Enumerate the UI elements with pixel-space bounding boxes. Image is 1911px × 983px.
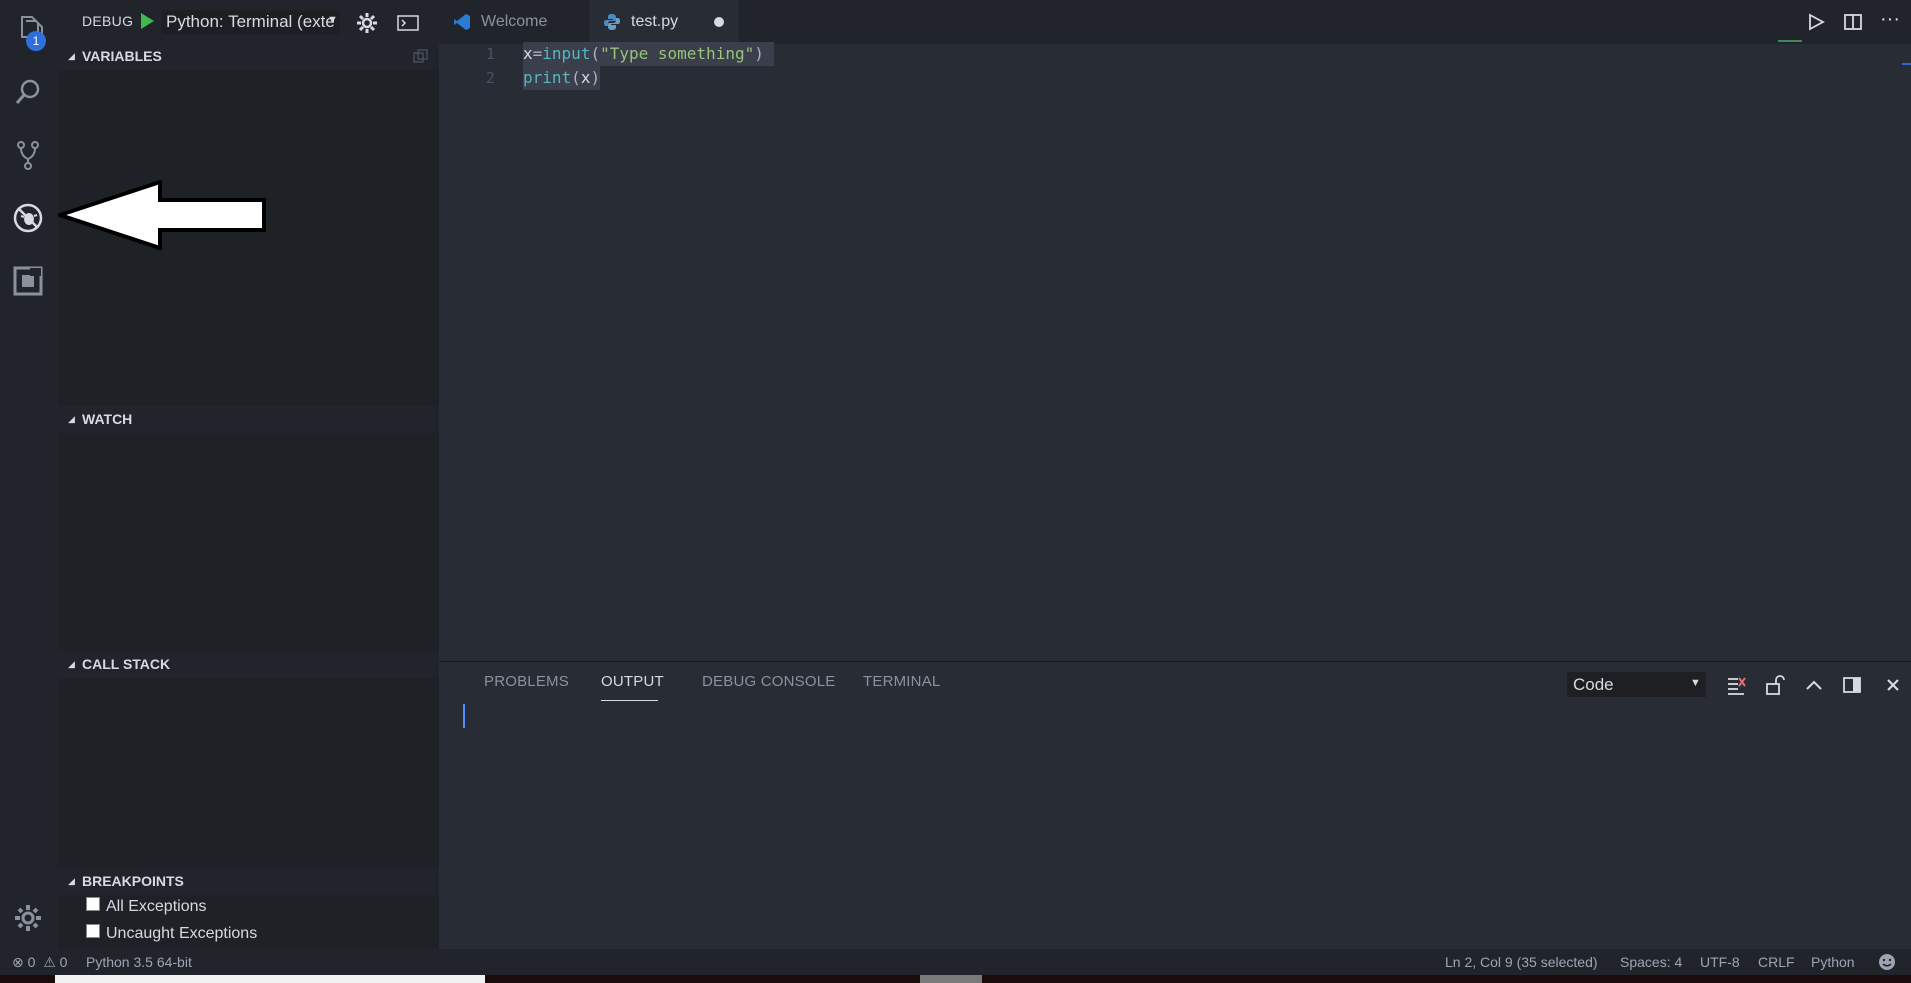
panel-tab-debug-console[interactable]: DEBUG CONSOLE	[702, 673, 835, 690]
debug-icon[interactable]	[9, 199, 47, 237]
panel-tab-output[interactable]: OUTPUT	[601, 673, 664, 690]
search-icon[interactable]	[9, 73, 47, 111]
token: x	[523, 44, 533, 63]
token: x	[580, 68, 591, 87]
watch-panel	[58, 433, 439, 651]
start-debugging-play-icon[interactable]	[139, 12, 155, 30]
breakpoint-uncaught-exceptions[interactable]: Uncaught Exceptions	[86, 924, 258, 943]
activity-bar: 1	[0, 0, 58, 949]
language-mode[interactable]: Python	[1811, 954, 1855, 970]
line-number: 1	[485, 45, 495, 63]
debug-configuration-select[interactable]: Python: Terminal (exte	[162, 10, 340, 34]
warning-icon: ⚠	[43, 954, 56, 970]
run-file-play-icon[interactable]	[1806, 12, 1826, 32]
error-icon: ⊗	[12, 954, 24, 970]
call-stack-panel	[58, 678, 439, 868]
extensions-icon[interactable]	[9, 262, 47, 300]
token: )	[754, 44, 764, 63]
token: print	[523, 68, 572, 87]
explorer-badge: 1	[26, 31, 46, 51]
bottom-panel	[439, 661, 1911, 950]
call-stack-title: CALL STACK	[82, 656, 171, 672]
breakpoints-title: BREAKPOINTS	[82, 873, 184, 889]
collapse-triangle-icon: ◢	[68, 876, 75, 886]
cursor-position[interactable]: Ln 2, Col 9 (35 selected)	[1445, 954, 1598, 970]
line-ending[interactable]: CRLF	[1758, 954, 1795, 970]
collapse-all-icon[interactable]	[413, 49, 429, 63]
panel-tab-terminal[interactable]: TERMINAL	[863, 673, 940, 690]
checkbox[interactable]	[86, 897, 100, 911]
output-channel-select[interactable]: Code	[1567, 672, 1706, 697]
scrollbar-marker	[1902, 63, 1911, 65]
variables-section-header[interactable]: ◢ VARIABLES	[58, 43, 439, 70]
indentation[interactable]: Spaces: 4	[1620, 954, 1682, 970]
feedback-smiley-icon[interactable]	[1878, 953, 1896, 971]
split-editor-icon[interactable]	[1843, 12, 1863, 32]
chevron-down-icon: ▼	[327, 14, 338, 26]
collapse-triangle-icon: ◢	[68, 51, 75, 61]
vscode-logo-icon	[454, 14, 470, 30]
close-panel-icon[interactable]	[1882, 674, 1904, 696]
checkbox[interactable]	[86, 924, 100, 938]
taskbar-strip-gray	[920, 975, 982, 983]
warning-count: 0	[59, 954, 68, 970]
tab-label: test.py	[631, 13, 679, 30]
variables-title: VARIABLES	[82, 48, 162, 64]
code-editor[interactable]	[439, 44, 1911, 661]
scroll-lock-icon[interactable]	[1763, 674, 1785, 696]
source-control-icon[interactable]	[9, 136, 47, 174]
chevron-down-icon: ▼	[1690, 677, 1701, 689]
encoding[interactable]: UTF-8	[1700, 954, 1740, 970]
annotation-arrow-icon	[58, 180, 266, 250]
token: (	[590, 44, 601, 63]
breakpoints-section-header[interactable]: ◢ BREAKPOINTS	[58, 868, 439, 895]
clear-output-icon[interactable]	[1725, 674, 1747, 696]
output-cursor	[463, 704, 465, 728]
python-file-icon	[604, 14, 620, 30]
panel-tab-problems[interactable]: PROBLEMS	[484, 673, 569, 690]
watch-section-header[interactable]: ◢ WATCH	[58, 406, 439, 433]
more-actions-icon[interactable]: ···	[1880, 8, 1904, 32]
token: )	[590, 68, 601, 87]
watch-title: WATCH	[82, 411, 133, 427]
token: "Type something"	[600, 44, 755, 63]
call-stack-section-header[interactable]: ◢ CALL STACK	[58, 651, 439, 678]
tab-welcome[interactable]: Welcome	[439, 0, 589, 44]
breakpoint-label: All Exceptions	[106, 898, 207, 915]
minimap-marker	[1778, 40, 1802, 42]
line-number: 2	[485, 69, 495, 87]
collapse-triangle-icon: ◢	[68, 414, 75, 424]
debug-console-icon[interactable]	[396, 12, 420, 34]
unsaved-dot-icon[interactable]	[714, 17, 724, 27]
python-interpreter[interactable]: Python 3.5 64-bit	[86, 954, 192, 970]
active-tab-underline	[601, 700, 658, 701]
collapse-triangle-icon: ◢	[68, 659, 75, 669]
code-line-1[interactable]: x=input("Type something")	[523, 42, 774, 66]
maximize-panel-chevron-up-icon[interactable]	[1803, 674, 1825, 696]
debug-title: DEBUG	[82, 13, 134, 29]
settings-gear-icon[interactable]	[9, 899, 47, 937]
token: (	[571, 68, 581, 87]
breakpoint-label: Uncaught Exceptions	[106, 925, 258, 942]
error-count: 0	[27, 954, 36, 970]
debug-settings-gear-icon[interactable]	[355, 11, 379, 35]
problems-status[interactable]: ⊗ 0 ⚠ 0	[12, 954, 67, 971]
toggle-panel-position-icon[interactable]	[1841, 674, 1863, 696]
token: input	[542, 44, 591, 63]
token: =	[532, 44, 543, 63]
breakpoint-all-exceptions[interactable]: All Exceptions	[86, 897, 207, 916]
code-line-2[interactable]: print(x)	[523, 66, 601, 90]
tab-label: Welcome	[481, 13, 548, 30]
taskbar-strip-light	[55, 975, 485, 983]
